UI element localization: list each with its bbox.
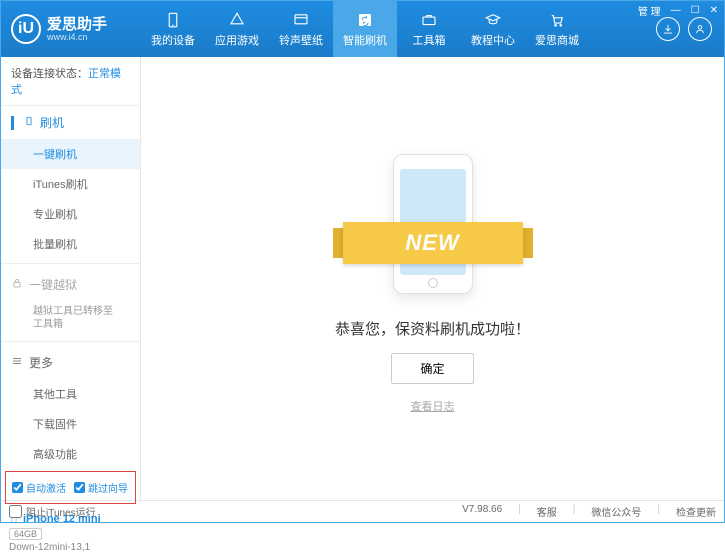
sidebar-item-batch-flash[interactable]: 批量刷机 [1, 229, 140, 259]
phone-small-icon [24, 114, 34, 131]
sidebar: 设备连接状态：正常模式 刷机 一键刷机 iTunes刷机 专业刷机 批量刷机 一… [1, 57, 141, 500]
sidebar-item-pro-flash[interactable]: 专业刷机 [1, 199, 140, 229]
nav-smart-flash[interactable]: 智能刷机 [333, 1, 397, 57]
section-title: 刷机 [40, 114, 64, 131]
section-flash[interactable]: 刷机 [1, 106, 140, 139]
view-log-link[interactable]: 查看日志 [411, 398, 455, 414]
menu-icon [11, 355, 23, 370]
nav-toolbox[interactable]: 工具箱 [397, 1, 461, 57]
connection-status: 设备连接状态：正常模式 [1, 57, 140, 106]
lock-icon [11, 277, 23, 292]
cart-icon [547, 10, 567, 30]
logo-icon: iU [11, 14, 41, 44]
phone-icon [163, 10, 183, 30]
nav-store[interactable]: 爱思商城 [525, 1, 589, 57]
sidebar-item-other-tools[interactable]: 其他工具 [1, 379, 140, 409]
sidebar-item-advanced[interactable]: 高级功能 [1, 439, 140, 469]
maximize-button[interactable]: ☐ [689, 5, 702, 16]
apps-icon [227, 10, 247, 30]
skin-button[interactable]: 管 理 [636, 3, 663, 18]
top-nav: 我的设备 应用游戏 铃声壁纸 智能刷机 工具箱 教程中心 爱思商城 [141, 1, 644, 57]
nav-label: 应用游戏 [215, 32, 259, 48]
user-button[interactable] [688, 17, 712, 41]
sidebar-item-itunes-flash[interactable]: iTunes刷机 [1, 169, 140, 199]
status-label: 设备连接状态： [11, 68, 88, 80]
graduation-icon [483, 10, 503, 30]
wechat-link[interactable]: 微信公众号 [591, 504, 641, 519]
sidebar-item-download-firmware[interactable]: 下载固件 [1, 409, 140, 439]
customer-service-link[interactable]: 客服 [537, 504, 557, 519]
device-model: Down-12mini-13,1 [9, 542, 132, 553]
app-name: 爱思助手 [47, 17, 107, 32]
auto-activate-checkbox[interactable]: 自动激活 [12, 480, 66, 495]
header-right [644, 17, 724, 41]
nav-label: 我的设备 [151, 32, 195, 48]
close-button[interactable]: ✕ [708, 5, 720, 16]
section-jailbreak: 一键越狱 [1, 268, 140, 301]
app-site: www.i4.cn [47, 32, 107, 42]
sidebar-item-oneclick-flash[interactable]: 一键刷机 [1, 139, 140, 169]
section-title: 更多 [29, 354, 53, 371]
minimize-button[interactable]: — [669, 5, 683, 16]
wallpaper-icon [291, 10, 311, 30]
success-illustration: NEW [333, 144, 533, 304]
section-title: 一键越狱 [29, 276, 77, 293]
success-message: 恭喜您，保资料刷机成功啦！ [335, 318, 530, 339]
download-button[interactable] [656, 17, 680, 41]
new-ribbon: NEW [343, 222, 523, 264]
version-label: V7.98.66 [462, 504, 502, 519]
nav-ringtone-wallpaper[interactable]: 铃声壁纸 [269, 1, 333, 57]
nav-label: 智能刷机 [343, 32, 387, 48]
block-itunes-checkbox[interactable]: 阻止iTunes运行 [9, 504, 96, 519]
confirm-button[interactable]: 确定 [391, 353, 473, 384]
section-more[interactable]: 更多 [1, 346, 140, 379]
nav-label: 铃声壁纸 [279, 32, 323, 48]
logo: iU 爱思助手 www.i4.cn [1, 14, 141, 44]
app-header: 管 理 — ☐ ✕ iU 爱思助手 www.i4.cn 我的设备 应用游戏 铃声… [1, 1, 724, 57]
nav-label: 爱思商城 [535, 32, 579, 48]
nav-my-device[interactable]: 我的设备 [141, 1, 205, 57]
jailbreak-note: 越狱工具已转移至 工具箱 [1, 301, 140, 337]
refresh-icon [355, 10, 375, 30]
check-update-link[interactable]: 检查更新 [676, 504, 716, 519]
toolbox-icon [419, 10, 439, 30]
nav-tutorials[interactable]: 教程中心 [461, 1, 525, 57]
nav-label: 教程中心 [471, 32, 515, 48]
main-content: NEW 恭喜您，保资料刷机成功啦！ 确定 查看日志 [141, 57, 724, 500]
nav-apps-games[interactable]: 应用游戏 [205, 1, 269, 57]
device-capacity: 64GB [9, 528, 42, 540]
nav-label: 工具箱 [413, 32, 446, 48]
skip-guide-checkbox[interactable]: 跳过向导 [74, 480, 128, 495]
options-highlight-box: 自动激活 跳过向导 [5, 471, 136, 504]
window-controls: 管 理 — ☐ ✕ [636, 3, 720, 18]
